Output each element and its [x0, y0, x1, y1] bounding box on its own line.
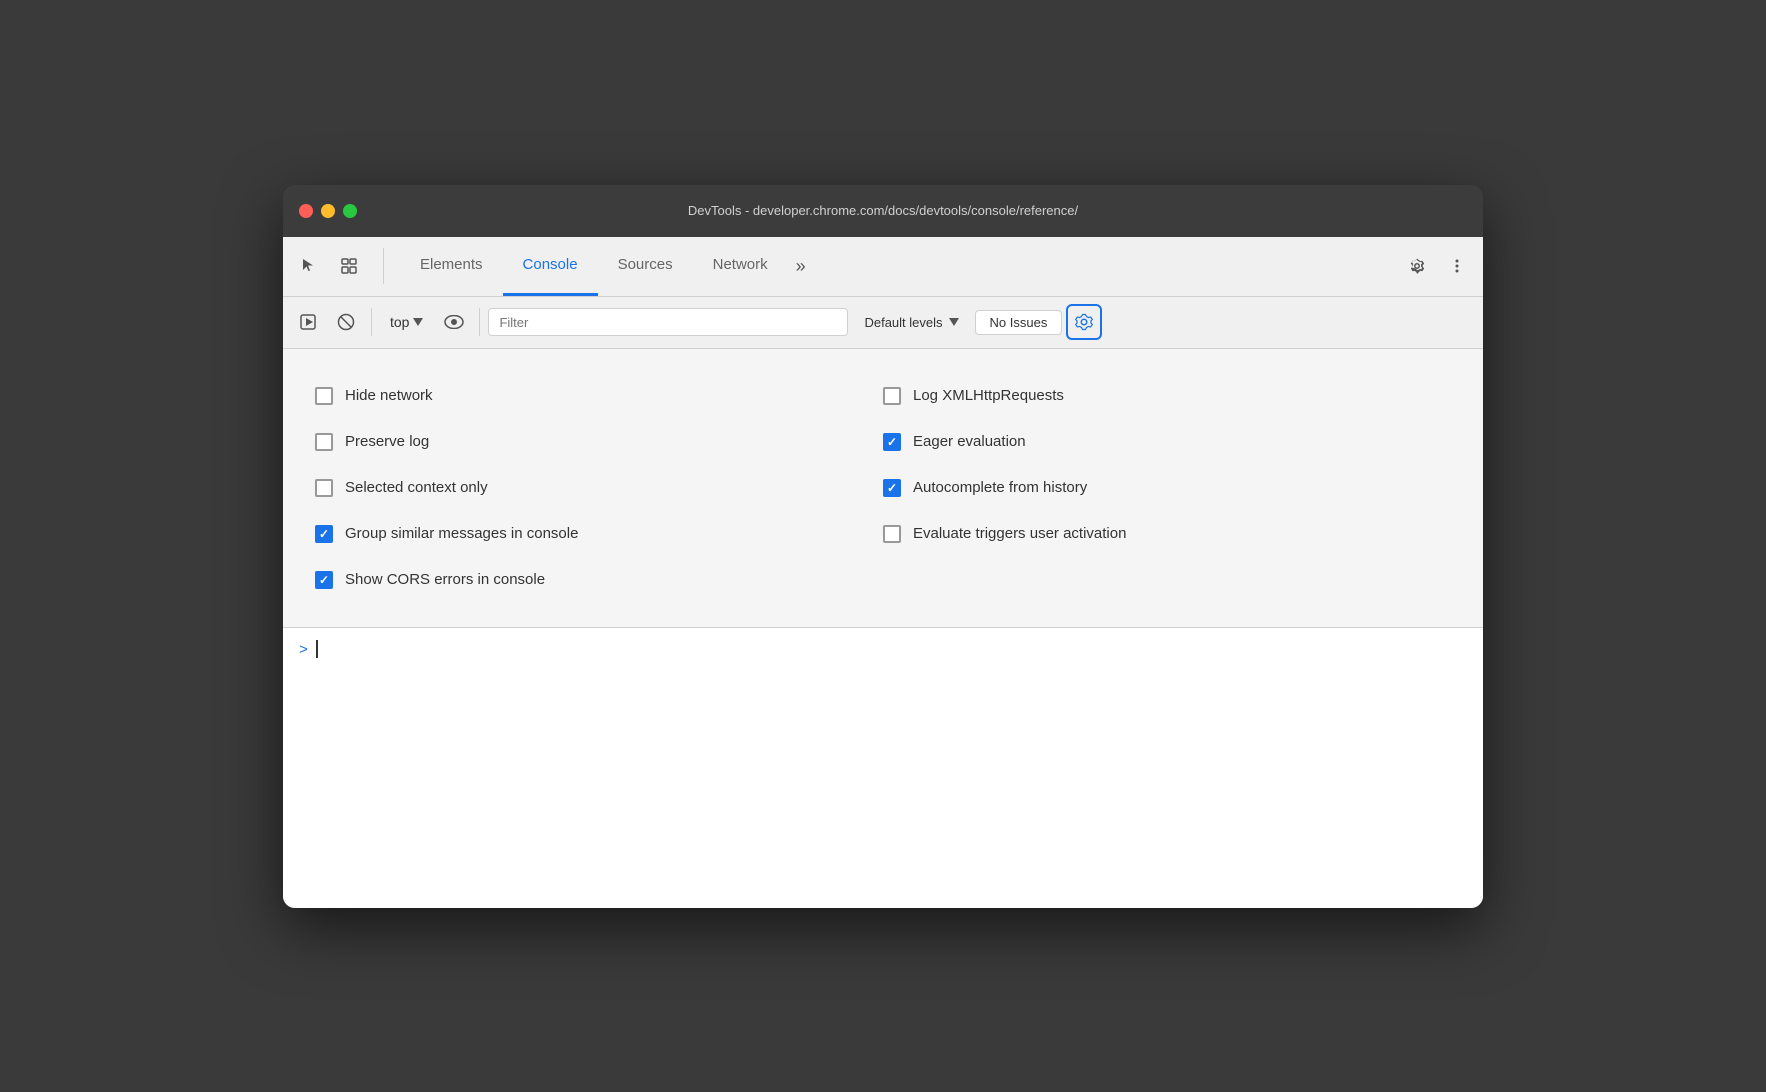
gear-icon: [1408, 257, 1426, 275]
setting-eager-evaluation: Eager evaluation: [883, 419, 1451, 465]
minimize-button[interactable]: [321, 204, 335, 218]
levels-dropdown-icon: [949, 318, 959, 326]
checkbox-group-similar-messages[interactable]: [315, 525, 333, 543]
filter-input[interactable]: [488, 308, 848, 336]
clear-console-button[interactable]: [329, 305, 363, 339]
ban-icon: [336, 312, 356, 332]
context-selector[interactable]: top: [380, 310, 433, 334]
tab-elements[interactable]: Elements: [400, 236, 503, 296]
more-tabs-button[interactable]: »: [788, 256, 814, 277]
cursor-icon: [300, 257, 318, 275]
window-title: DevTools - developer.chrome.com/docs/dev…: [688, 203, 1078, 218]
toolbar-divider-1: [371, 308, 372, 336]
kebab-menu-icon: [1448, 257, 1466, 275]
console-toolbar: top Default levels No Issues: [283, 297, 1483, 349]
tab-icons: [291, 248, 384, 284]
tab-bar: Elements Console Sources Network »: [283, 237, 1483, 297]
maximize-button[interactable]: [343, 204, 357, 218]
setting-preserve-log: Preserve log: [315, 419, 883, 465]
checkbox-log-xmlhttp[interactable]: [883, 387, 901, 405]
checkbox-selected-context-only[interactable]: [315, 479, 333, 497]
inspect-icon-button[interactable]: [331, 248, 367, 284]
eye-icon: [444, 315, 464, 329]
console-cursor: [316, 640, 318, 658]
console-settings-button[interactable]: [1066, 304, 1102, 340]
default-levels-button[interactable]: Default levels: [852, 311, 970, 334]
no-issues-button[interactable]: No Issues: [975, 310, 1063, 335]
checkbox-show-cors-errors[interactable]: [315, 571, 333, 589]
checkbox-eager-evaluation[interactable]: [883, 433, 901, 451]
console-area[interactable]: >: [283, 628, 1483, 908]
setting-evaluate-triggers: Evaluate triggers user activation: [883, 511, 1451, 557]
setting-log-xmlhttp: Log XMLHttpRequests: [883, 373, 1451, 419]
setting-group-similar-messages: Group similar messages in console: [315, 511, 883, 557]
titlebar: DevTools - developer.chrome.com/docs/dev…: [283, 185, 1483, 237]
setting-show-cors-errors: Show CORS errors in console: [315, 557, 883, 603]
toolbar-divider-2: [479, 308, 480, 336]
run-script-button[interactable]: [291, 305, 325, 339]
checkbox-evaluate-triggers[interactable]: [883, 525, 901, 543]
dropdown-arrow-icon: [413, 318, 423, 326]
settings-left-column: Hide network Preserve log Selected conte…: [315, 373, 883, 603]
tab-network[interactable]: Network: [693, 236, 788, 296]
devtools-body: Elements Console Sources Network »: [283, 237, 1483, 908]
setting-autocomplete-history: Autocomplete from history: [883, 465, 1451, 511]
settings-right-column: Log XMLHttpRequests Eager evaluation Aut…: [883, 373, 1451, 603]
settings-panel: Hide network Preserve log Selected conte…: [283, 349, 1483, 628]
checkbox-autocomplete-history[interactable]: [883, 479, 901, 497]
console-prompt: >: [299, 642, 308, 659]
checkbox-hide-network[interactable]: [315, 387, 333, 405]
eye-button[interactable]: [437, 305, 471, 339]
tab-bar-right: [1399, 248, 1475, 284]
inspect-icon: [340, 257, 358, 275]
settings-button[interactable]: [1399, 248, 1435, 284]
more-options-button[interactable]: [1439, 248, 1475, 284]
setting-hide-network: Hide network: [315, 373, 883, 419]
settings-grid: Hide network Preserve log Selected conte…: [315, 373, 1451, 603]
close-button[interactable]: [299, 204, 313, 218]
traffic-lights: [299, 204, 357, 218]
tab-sources[interactable]: Sources: [598, 236, 693, 296]
devtools-window: DevTools - developer.chrome.com/docs/dev…: [283, 185, 1483, 908]
settings-gear-active-icon: [1075, 313, 1093, 331]
setting-selected-context-only: Selected context only: [315, 465, 883, 511]
play-icon: [299, 313, 317, 331]
cursor-icon-button[interactable]: [291, 248, 327, 284]
tab-console[interactable]: Console: [503, 236, 598, 296]
checkbox-preserve-log[interactable]: [315, 433, 333, 451]
tabs: Elements Console Sources Network »: [400, 236, 1399, 296]
